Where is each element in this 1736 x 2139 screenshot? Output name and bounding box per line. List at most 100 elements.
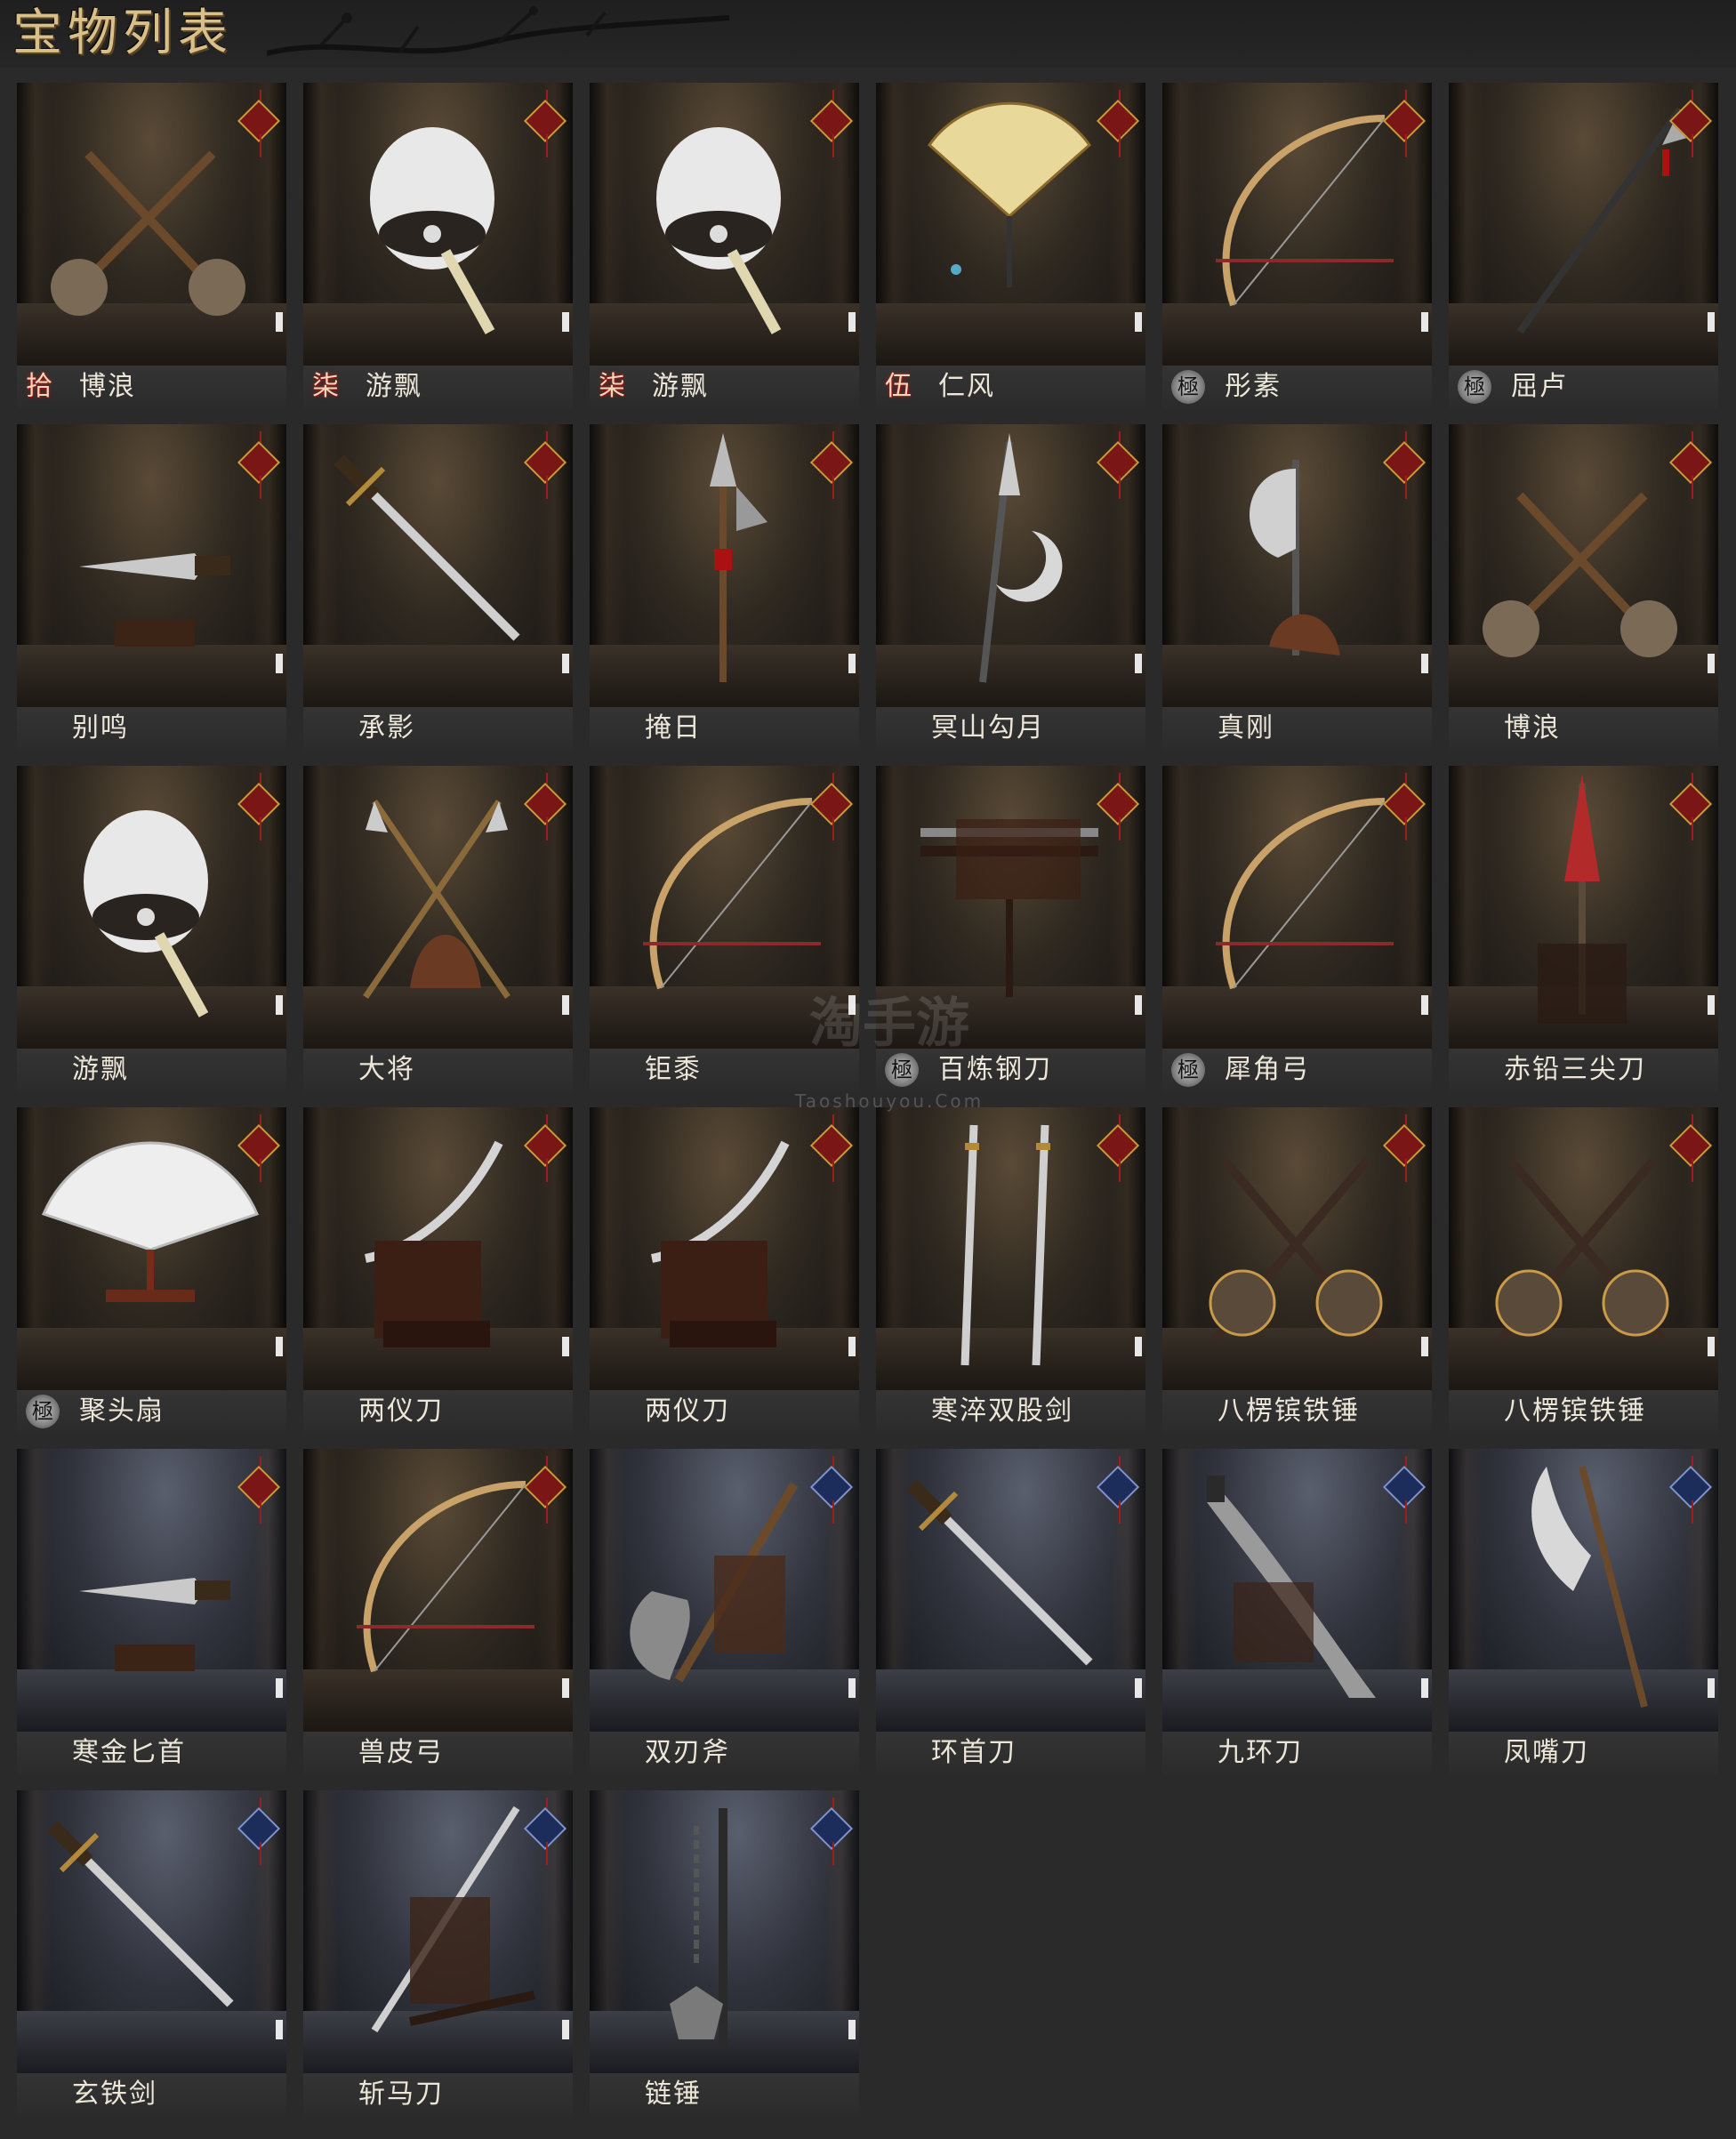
treasure-name: 博浪: [1504, 712, 1561, 744]
treasure-label-bar: 环首刀: [876, 1732, 1145, 1774]
treasure-label-bar: 九环刀: [1162, 1732, 1432, 1774]
treasure-artwork: [1162, 766, 1432, 1049]
scroll-indicator: [276, 1678, 283, 1698]
treasure-label-bar: 寒金匕首: [17, 1732, 286, 1774]
scroll-indicator: [1421, 312, 1428, 332]
treasure-name: 游飘: [652, 371, 709, 402]
treasure-label-bar: 链锤: [590, 2073, 859, 2116]
treasure-card[interactable]: 極屈卢: [1449, 83, 1718, 408]
treasure-card[interactable]: 斩马刀: [303, 1790, 573, 2116]
treasure-card[interactable]: 双刃斧: [590, 1449, 859, 1774]
rank-badge: 柒: [312, 371, 339, 402]
treasure-label-bar: 双刃斧: [590, 1732, 859, 1774]
treasure-card[interactable]: 寒金匕首: [17, 1449, 286, 1774]
treasure-card[interactable]: 九环刀: [1162, 1449, 1432, 1774]
scroll-indicator: [848, 312, 856, 332]
scroll-indicator: [1135, 1337, 1142, 1356]
treasure-artwork: [876, 1107, 1145, 1390]
treasure-name: 赤铅三尖刀: [1504, 1054, 1646, 1085]
treasure-name: 犀角弓: [1225, 1054, 1310, 1085]
scroll-indicator: [1421, 995, 1428, 1015]
treasure-artwork: [1162, 1107, 1432, 1390]
scroll-indicator: [276, 2020, 283, 2039]
scroll-indicator: [848, 2020, 856, 2039]
treasure-name: 彤素: [1225, 371, 1282, 402]
treasure-label-bar: 伍仁风: [876, 366, 1145, 408]
treasure-label-bar: 極犀角弓: [1162, 1049, 1432, 1091]
treasure-card[interactable]: 博浪: [1449, 424, 1718, 750]
scroll-indicator: [562, 995, 569, 1015]
scroll-indicator: [1135, 1678, 1142, 1698]
treasure-artwork: [1162, 424, 1432, 707]
treasure-card[interactable]: 柒游飘: [590, 83, 859, 408]
scroll-indicator: [1421, 1678, 1428, 1698]
treasure-card[interactable]: 两仪刀: [590, 1107, 859, 1433]
page-header: 宝物列表: [0, 0, 1736, 68]
treasure-artwork: [303, 424, 573, 707]
treasure-label-bar: 八楞镔铁锤: [1449, 1390, 1718, 1433]
treasure-card[interactable]: 寒淬双股剑: [876, 1107, 1145, 1433]
treasure-card[interactable]: 極犀角弓: [1162, 766, 1432, 1091]
treasure-label-bar: 两仪刀: [590, 1390, 859, 1433]
treasure-name: 八楞镔铁锤: [1504, 1395, 1646, 1427]
treasure-artwork: [1449, 424, 1718, 707]
scroll-indicator: [1708, 1678, 1715, 1698]
treasure-card[interactable]: 两仪刀: [303, 1107, 573, 1433]
treasure-card[interactable]: 别鸣: [17, 424, 286, 750]
treasure-name: 八楞镔铁锤: [1218, 1395, 1360, 1427]
scroll-indicator: [562, 654, 569, 673]
treasure-card[interactable]: 链锤: [590, 1790, 859, 2116]
treasure-card[interactable]: 柒游飘: [303, 83, 573, 408]
treasure-name: 链锤: [645, 2079, 702, 2110]
treasure-artwork: [17, 424, 286, 707]
scroll-indicator: [1708, 312, 1715, 332]
treasure-card[interactable]: 玄铁剑: [17, 1790, 286, 2116]
treasure-artwork: [17, 766, 286, 1049]
treasure-label-bar: 玄铁剑: [17, 2073, 286, 2116]
treasure-card[interactable]: 真刚: [1162, 424, 1432, 750]
treasure-label-bar: 寒淬双股剑: [876, 1390, 1145, 1433]
treasure-label-bar: 承影: [303, 707, 573, 750]
treasure-card[interactable]: 極彤素: [1162, 83, 1432, 408]
treasure-card[interactable]: 游飘: [17, 766, 286, 1091]
treasure-label-bar: 游飘: [17, 1049, 286, 1091]
treasure-name: 兽皮弓: [358, 1737, 444, 1768]
scroll-indicator: [848, 1678, 856, 1698]
treasure-card[interactable]: 兽皮弓: [303, 1449, 573, 1774]
treasure-card[interactable]: 伍仁风: [876, 83, 1145, 408]
treasure-card[interactable]: 八楞镔铁锤: [1449, 1107, 1718, 1433]
watermark: 淘手游: [809, 993, 969, 1055]
treasure-card[interactable]: 大将: [303, 766, 573, 1091]
rank-badge: 柒: [599, 371, 625, 402]
treasure-artwork: [590, 83, 859, 366]
scroll-indicator: [276, 654, 283, 673]
treasure-card[interactable]: 环首刀: [876, 1449, 1145, 1774]
scroll-indicator: [276, 1337, 283, 1356]
treasure-name: 玄铁剑: [72, 2079, 157, 2110]
treasure-label-bar: 柒游飘: [303, 366, 573, 408]
treasure-card[interactable]: 掩日: [590, 424, 859, 750]
treasure-label-bar: 两仪刀: [303, 1390, 573, 1433]
scroll-indicator: [562, 312, 569, 332]
treasure-name: 仁风: [938, 371, 995, 402]
scroll-indicator: [1421, 654, 1428, 673]
treasure-card[interactable]: 拾博浪: [17, 83, 286, 408]
treasure-card[interactable]: 凤嘴刀: [1449, 1449, 1718, 1774]
rank-badge: 極: [1458, 370, 1491, 404]
treasure-card[interactable]: 極聚头扇: [17, 1107, 286, 1433]
treasure-artwork: [1162, 1449, 1432, 1732]
treasure-card[interactable]: 承影: [303, 424, 573, 750]
treasure-card[interactable]: 赤铅三尖刀: [1449, 766, 1718, 1091]
treasure-artwork: [303, 1107, 573, 1390]
treasure-card[interactable]: 八楞镔铁锤: [1162, 1107, 1432, 1433]
treasure-artwork: [1449, 83, 1718, 366]
rank-badge: 拾: [26, 371, 52, 402]
treasure-artwork: [590, 1449, 859, 1732]
scroll-indicator: [562, 2020, 569, 2039]
treasure-name: 九环刀: [1218, 1737, 1303, 1768]
treasure-card[interactable]: 冥山勾月: [876, 424, 1145, 750]
treasure-artwork: [17, 1790, 286, 2073]
treasure-name: 两仪刀: [645, 1395, 730, 1427]
treasure-artwork: [303, 83, 573, 366]
treasure-name: 两仪刀: [358, 1395, 444, 1427]
